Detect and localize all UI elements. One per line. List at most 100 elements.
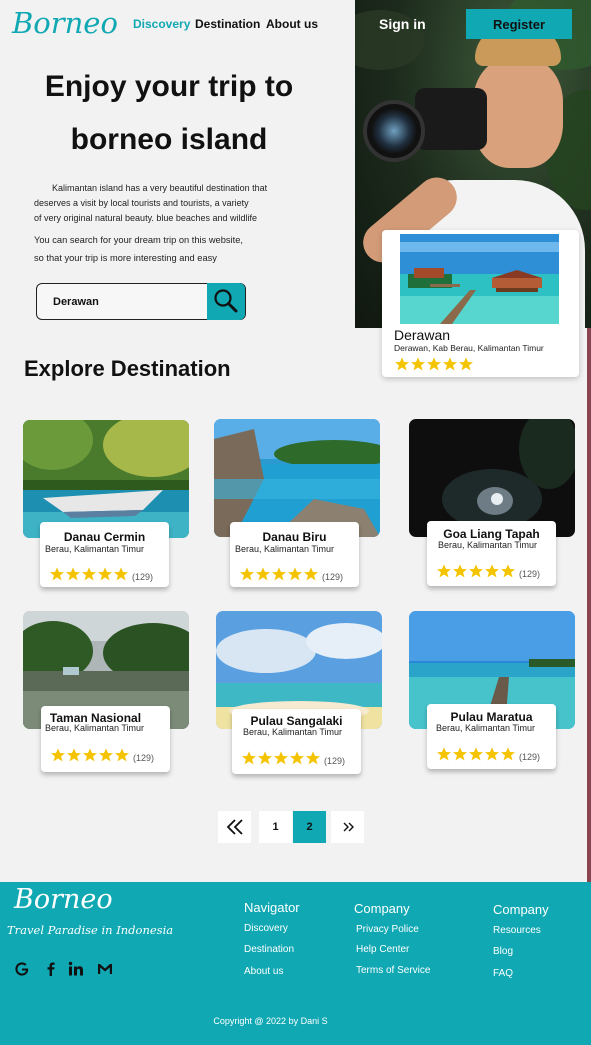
rating-stars xyxy=(239,566,319,587)
destination-info: Goa Liang Tapah Berau, Kalimantan Timur … xyxy=(427,521,556,586)
footer-link[interactable]: Help Center xyxy=(356,944,409,955)
copyright: Copyright @ 2022 by Dani S xyxy=(213,1016,328,1026)
footer-link[interactable]: Resources xyxy=(493,925,541,936)
destination-location: Berau, Kalimantan Timur xyxy=(436,723,536,733)
destination-location: Berau, Kalimantan Timur xyxy=(243,727,343,737)
rating-stars xyxy=(49,566,129,587)
star-icon xyxy=(437,747,451,761)
star-icon xyxy=(272,567,286,581)
featured-destination-name: Derawan xyxy=(394,327,451,343)
star-icon xyxy=(98,567,112,581)
destination-image xyxy=(23,420,189,538)
review-count: (129) xyxy=(519,751,541,762)
destination-image xyxy=(214,419,380,537)
search-button[interactable] xyxy=(207,282,245,320)
star-icon xyxy=(66,567,80,581)
star-icon xyxy=(427,357,441,371)
star-icon xyxy=(240,567,254,581)
destination-name: Goa Liang Tapah xyxy=(443,527,540,541)
rating-stars xyxy=(436,746,516,767)
gmail-icon[interactable] xyxy=(96,960,114,978)
star-icon xyxy=(82,567,96,581)
footer-link[interactable]: Privacy Police xyxy=(356,924,419,935)
google-icon[interactable] xyxy=(13,960,31,978)
hero-subtext: You can search for your dream trip on th… xyxy=(34,231,294,267)
footer: Borneo Travel Paradise in Indonesia Navi… xyxy=(0,882,591,1045)
hero-subtext-line: so that your trip is more interesting an… xyxy=(34,253,217,263)
destination-info: Danau Biru Berau, Kalimantan Timur (129) xyxy=(230,522,359,587)
rating-row: (129) xyxy=(436,746,540,767)
rating-stars xyxy=(394,356,474,377)
star-icon xyxy=(453,747,467,761)
destination-info: Pulau Maratua Berau, Kalimantan Timur (1… xyxy=(427,704,556,769)
star-icon xyxy=(242,751,256,765)
nav-destination[interactable]: Destination xyxy=(195,17,260,31)
star-icon xyxy=(83,748,97,762)
footer-link[interactable]: About us xyxy=(244,966,283,977)
linkedin-icon[interactable] xyxy=(67,960,85,978)
explore-title: Explore Destination xyxy=(24,356,231,381)
footer-link[interactable]: FAQ xyxy=(493,968,513,979)
rating-stars xyxy=(436,563,516,584)
nav-discovery[interactable]: Discovery xyxy=(133,17,190,31)
rating-stars xyxy=(241,750,321,771)
destination-name: Pulau Sangalaki xyxy=(250,714,343,728)
review-count: (129) xyxy=(324,755,346,766)
search-icon xyxy=(214,289,238,313)
footer-link[interactable]: Discovery xyxy=(244,923,288,934)
footer-link[interactable]: Terms of Service xyxy=(356,965,430,976)
star-icon xyxy=(67,748,81,762)
star-icon xyxy=(290,751,304,765)
rating-row: (129) xyxy=(241,750,345,771)
nav-about-us[interactable]: About us xyxy=(266,17,318,31)
hero-title-line1: Enjoy your trip to xyxy=(44,70,294,103)
star-icon xyxy=(411,357,425,371)
register-button[interactable]: Register xyxy=(466,9,572,39)
destination-name: Danau Cermin xyxy=(63,530,146,544)
search-input[interactable] xyxy=(37,284,208,319)
pagination-prev-button[interactable] xyxy=(218,811,251,843)
star-icon xyxy=(304,567,318,581)
destination-location: Berau, Kalimantan Timur xyxy=(235,544,335,554)
search-bar xyxy=(36,282,246,320)
destination-info: Taman Nasional Berau, Kalimantan Timur (… xyxy=(41,706,170,772)
sign-in-link[interactable]: Sign in xyxy=(379,16,426,32)
star-icon xyxy=(258,751,272,765)
facebook-icon[interactable] xyxy=(42,960,60,978)
star-icon xyxy=(485,564,499,578)
hero-desc-line: Kalimantan island has a very beautiful d… xyxy=(52,183,268,193)
featured-destination-image xyxy=(400,234,559,324)
hero-title-line2: borneo island xyxy=(70,123,268,156)
destination-name: Pulau Maratua xyxy=(450,710,533,724)
footer-heading-navigator: Navigator xyxy=(244,900,300,915)
review-count: (129) xyxy=(519,568,541,579)
star-icon xyxy=(469,747,483,761)
destination-image xyxy=(409,419,575,537)
destination-location: Berau, Kalimantan Timur xyxy=(438,540,538,550)
double-chevron-right-icon xyxy=(343,822,354,832)
footer-link[interactable]: Blog xyxy=(493,946,513,957)
star-icon xyxy=(453,564,467,578)
star-icon xyxy=(443,357,457,371)
star-icon xyxy=(50,567,64,581)
star-icon xyxy=(256,567,270,581)
pagination-page-1[interactable]: 1 xyxy=(259,811,292,843)
star-icon xyxy=(437,564,451,578)
rating-row: (129) xyxy=(50,747,154,768)
star-icon xyxy=(469,564,483,578)
footer-logo[interactable]: Borneo xyxy=(14,884,113,915)
star-icon xyxy=(288,567,302,581)
pagination-next-button[interactable] xyxy=(331,811,364,843)
hero-subtext-line: You can search for your dream trip on th… xyxy=(34,235,243,245)
hero-desc-line: deserves a visit by local tourists and t… xyxy=(34,198,249,208)
rating-row: (129) xyxy=(49,566,153,587)
footer-heading-company: Company xyxy=(493,902,549,917)
brand-logo[interactable]: Borneo xyxy=(12,6,118,40)
destination-location: Berau, Kalimantan Timur xyxy=(45,723,145,733)
featured-destination-card[interactable]: Derawan Derawan, Kab Berau, Kalimantan T… xyxy=(382,230,579,377)
footer-link[interactable]: Destination xyxy=(244,944,294,955)
pagination-page-2[interactable]: 2 xyxy=(293,811,326,843)
featured-destination-location: Derawan, Kab Berau, Kalimantan Timur xyxy=(394,343,544,353)
star-icon xyxy=(99,748,113,762)
double-chevron-left-icon xyxy=(226,819,243,835)
